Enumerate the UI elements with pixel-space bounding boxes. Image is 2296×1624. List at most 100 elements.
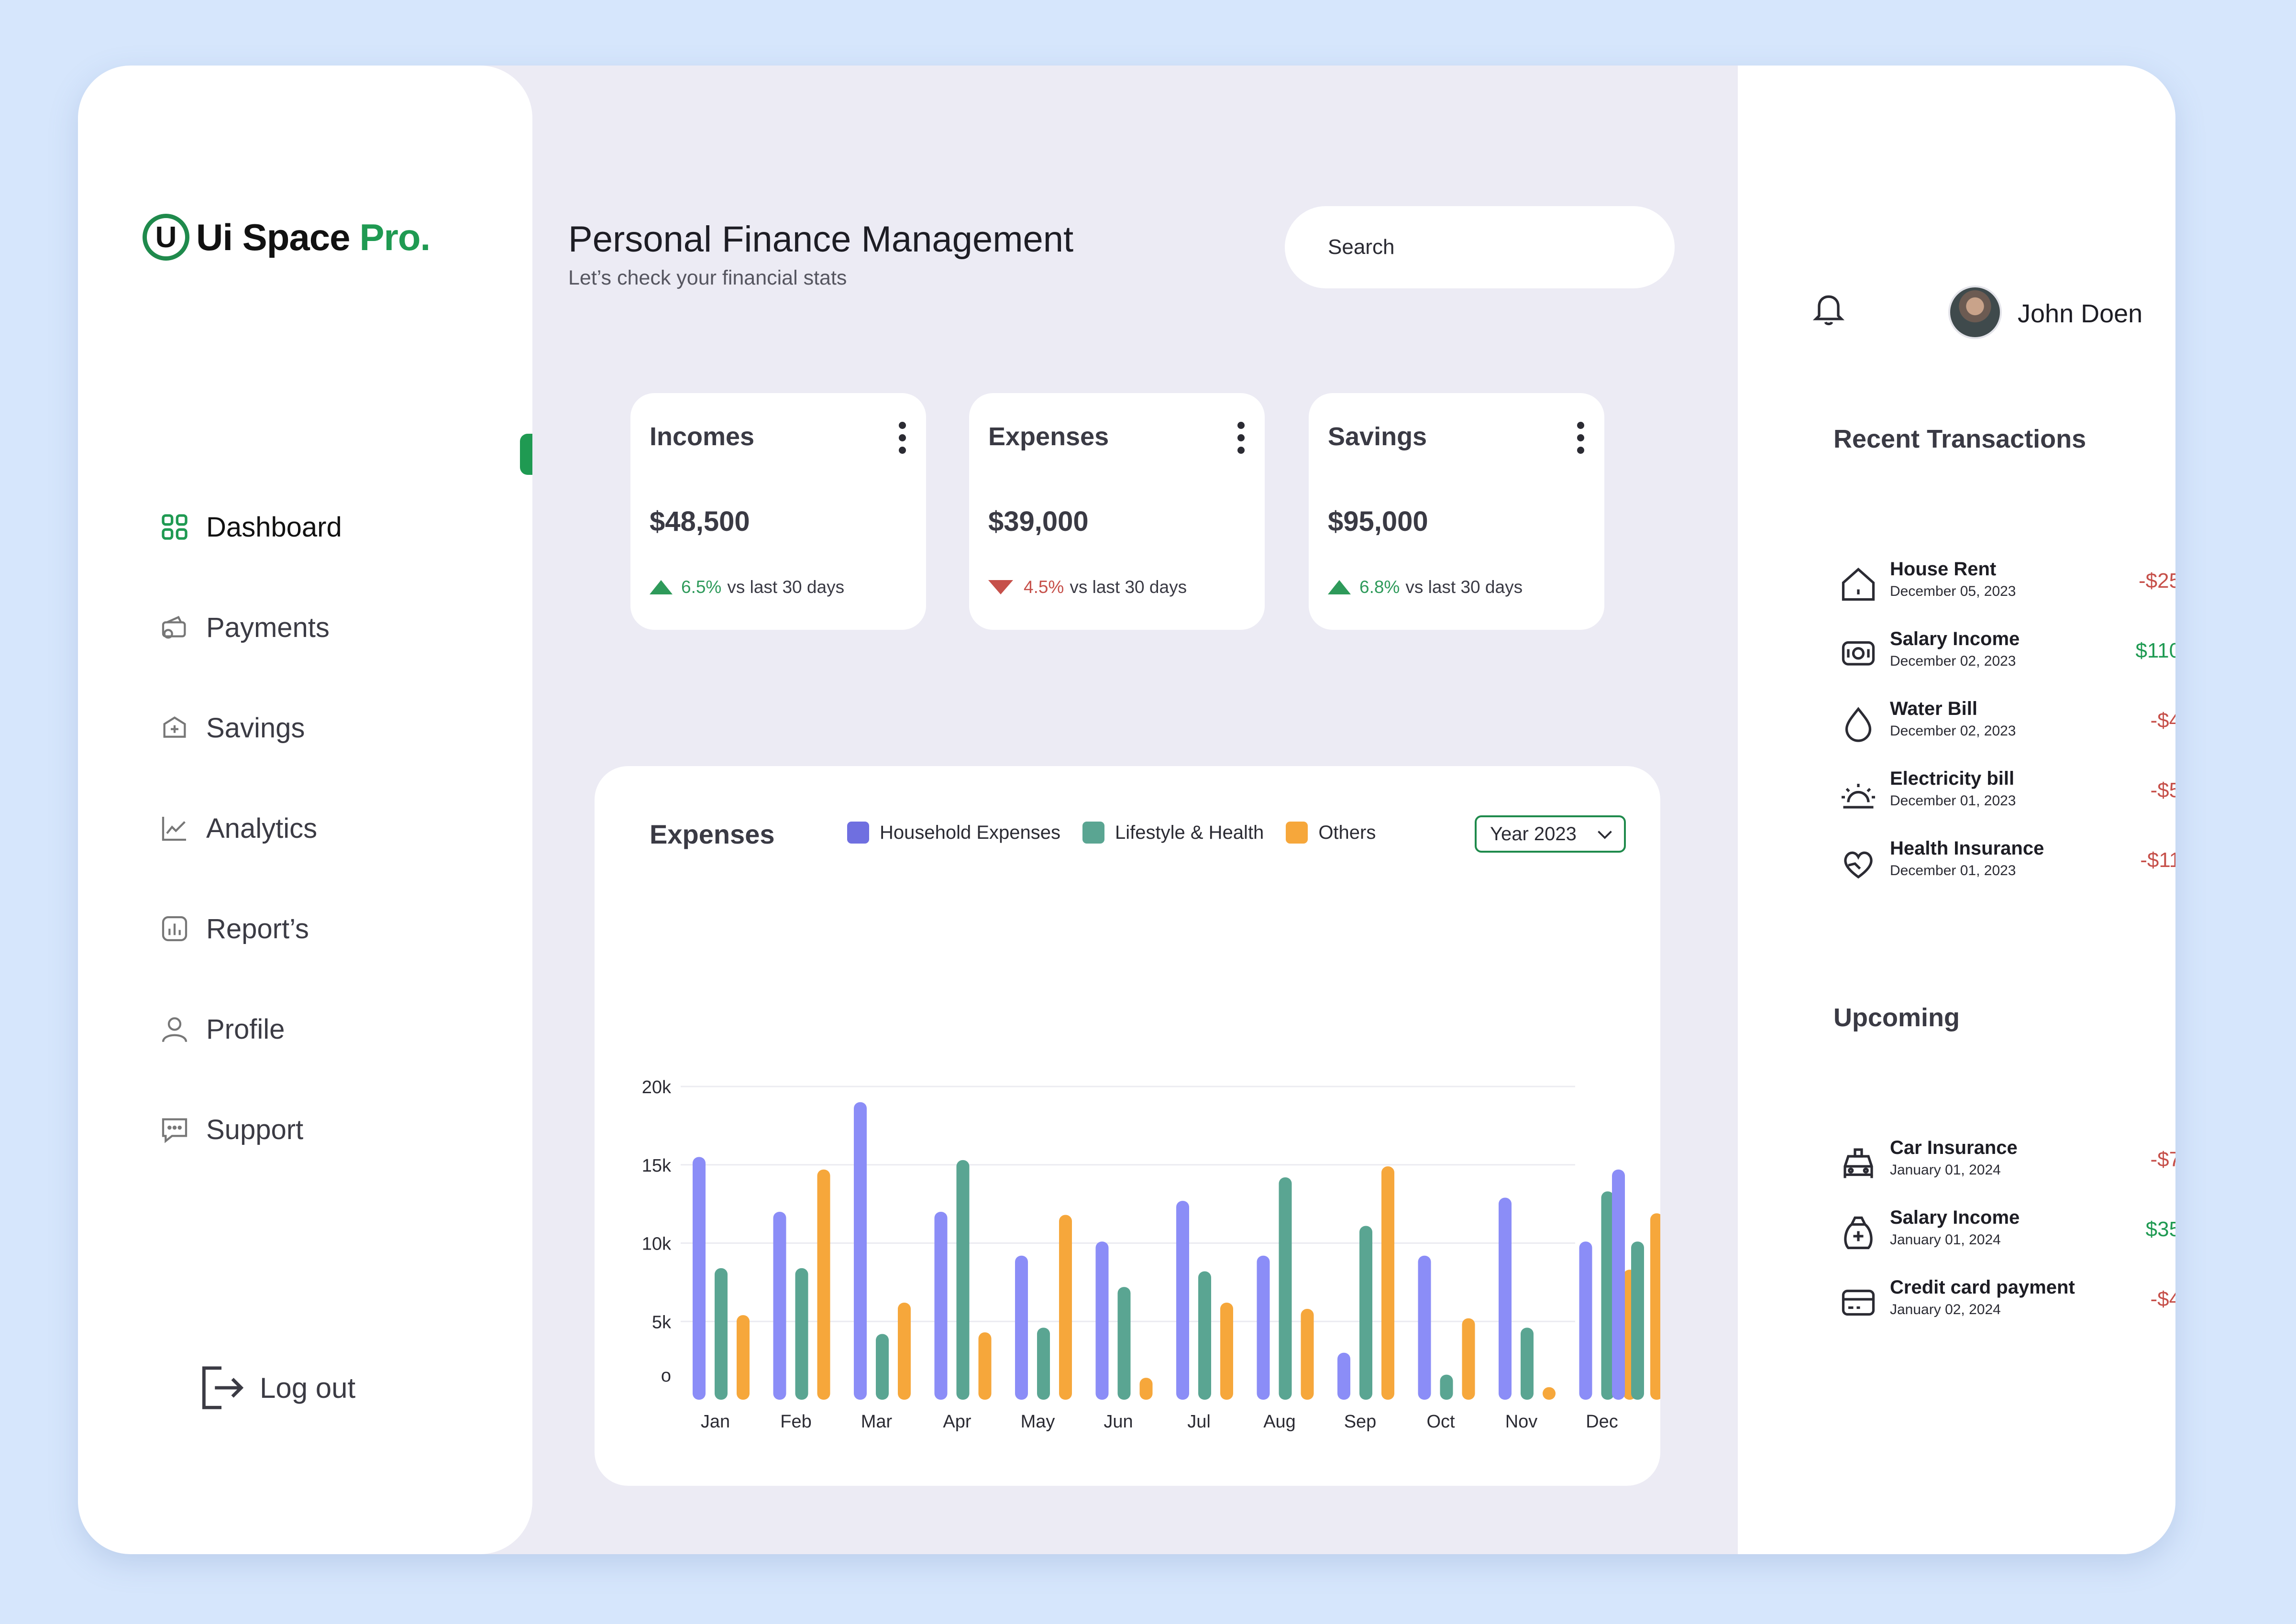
transaction-row[interactable]: Electricity bill December 01, 2023 -$550: [1833, 765, 2175, 823]
legend-swatch: [1082, 822, 1105, 844]
sidebar-item-analytics[interactable]: Analytics: [159, 778, 494, 878]
sidebar-item-payments[interactable]: Payments: [159, 577, 494, 678]
y-tick-label: 5k: [652, 1312, 672, 1332]
bar-oct-2: [1462, 1318, 1475, 1400]
trend-percent: 6.8%: [1359, 577, 1400, 597]
x-tick-label: Oct: [1426, 1412, 1455, 1432]
legend-household[interactable]: Household Expenses: [847, 822, 1060, 844]
year-select[interactable]: Year 2023: [1475, 815, 1626, 853]
x-tick-label: Nov: [1505, 1412, 1538, 1432]
avatar[interactable]: [1948, 285, 2002, 339]
transaction-row[interactable]: Health Insurance December 01, 2023 -$110…: [1833, 835, 2175, 892]
transaction-date: December 02, 2023: [1890, 653, 2016, 669]
bar-sep-1: [1359, 1226, 1372, 1400]
trend-suffix: vs last 30 days: [727, 577, 845, 597]
legend-lifestyle[interactable]: Lifestyle & Health: [1082, 822, 1264, 844]
sidebar: U Ui Space Pro. Dashboard Payments Saving…: [78, 66, 532, 1554]
bar-jan-2: [737, 1315, 750, 1400]
logout-label: Log out: [260, 1372, 356, 1404]
search-input[interactable]: [1285, 206, 1675, 288]
car-icon: [1843, 1148, 1873, 1178]
sidebar-item-label: Support: [206, 1114, 304, 1145]
brand-pro: Pro.: [359, 216, 430, 258]
logout-button[interactable]: Log out: [195, 1361, 355, 1414]
legend-swatch: [1286, 822, 1308, 844]
bar-mar-2: [898, 1302, 911, 1400]
x-tick-label: Feb: [780, 1412, 811, 1432]
bar-dec-0: [1579, 1241, 1592, 1400]
credit-card-icon: [1842, 1289, 1875, 1316]
user-name[interactable]: John Doen: [2018, 299, 2142, 329]
card-trend: 6.5% vs last 30 days: [650, 577, 844, 597]
card-menu-icon[interactable]: [1236, 422, 1246, 459]
transaction-amount: -$700: [2150, 1148, 2175, 1171]
notification-bell-icon[interactable]: [1810, 290, 1848, 329]
card-title: Incomes: [650, 422, 755, 451]
bar-extra-2: [1650, 1213, 1660, 1400]
sun-icon: [1842, 784, 1875, 809]
logo-mark: U: [143, 214, 189, 261]
card-menu-icon[interactable]: [1576, 422, 1585, 459]
card-value: $95,000: [1328, 506, 1428, 537]
sidebar-item-profile[interactable]: Profile: [159, 979, 494, 1079]
bar-may-1: [1037, 1328, 1050, 1400]
page-subtitle: Let’s check your financial stats: [568, 266, 847, 289]
card-title: Expenses: [988, 422, 1109, 451]
sidebar-item-support[interactable]: Support: [159, 1079, 494, 1180]
transaction-date: January 01, 2024: [1890, 1162, 2001, 1178]
upcoming-row[interactable]: Credit card payment January 02, 2024 -$4…: [1833, 1274, 2175, 1331]
x-tick-label: May: [1021, 1412, 1055, 1432]
logo-text: Ui Space Pro.: [196, 216, 430, 259]
sidebar-item-label: Payments: [206, 612, 330, 643]
logo[interactable]: U Ui Space Pro.: [143, 214, 430, 261]
upcoming-row[interactable]: Salary Income January 01, 2024 $3500: [1833, 1204, 2175, 1262]
legend-others[interactable]: Others: [1286, 822, 1376, 844]
bar-jan-0: [693, 1157, 706, 1400]
sidebar-item-label: Savings: [206, 712, 305, 744]
water-drop-icon: [1845, 707, 1872, 742]
bar-jun-0: [1095, 1241, 1109, 1400]
bar-jul-1: [1198, 1271, 1211, 1400]
transaction-amount: -$400: [2150, 1287, 2175, 1311]
transaction-date: December 01, 2023: [1890, 863, 2016, 878]
upcoming-row[interactable]: Car Insurance January 01, 2024 -$700: [1833, 1134, 2175, 1192]
x-tick-label: Sep: [1344, 1412, 1377, 1432]
report-icon: [162, 916, 188, 942]
bar-mar-0: [854, 1102, 867, 1400]
sidebar-item-label: Analytics: [206, 812, 318, 844]
sidebar-item-dashboard[interactable]: Dashboard: [159, 477, 494, 577]
bar-may-2: [1059, 1215, 1072, 1400]
transaction-amount: -$400: [2150, 709, 2175, 732]
x-tick-label: Mar: [861, 1412, 893, 1432]
transaction-amount: $3500: [2145, 1218, 2175, 1241]
card-menu-icon[interactable]: [897, 422, 907, 459]
sidebar-item-savings[interactable]: Savings: [159, 678, 494, 778]
income-card: Incomes $48,500 6.5% vs last 30 days: [630, 393, 926, 630]
transaction-date: December 02, 2023: [1890, 723, 2016, 739]
brand-name: Ui Space: [196, 216, 350, 258]
transaction-name: Car Insurance: [1890, 1137, 2018, 1158]
transaction-row[interactable]: House Rent December 05, 2023 -$2500: [1833, 556, 2175, 613]
logout-icon: [202, 1366, 244, 1409]
transaction-name: Electricity bill: [1890, 768, 2015, 789]
sidebar-item-reports[interactable]: Report’s: [159, 878, 494, 979]
upcoming-title: Upcoming: [1833, 1003, 1960, 1032]
bar-jul-0: [1176, 1201, 1189, 1400]
heart-hand-icon: [1844, 851, 1873, 879]
transaction-row[interactable]: Salary Income December 02, 2023 $11000: [1833, 625, 2175, 683]
bar-jan-1: [715, 1268, 728, 1400]
x-tick-label: Dec: [1586, 1412, 1618, 1432]
sidebar-item-label: Report’s: [206, 913, 309, 944]
bar-sep-2: [1381, 1166, 1394, 1400]
y-tick-label: o: [661, 1366, 671, 1386]
chart-legend: Household Expenses Lifestyle & Health Ot…: [847, 822, 1398, 844]
transaction-amount: -$550: [2150, 779, 2175, 802]
card-title: Savings: [1328, 422, 1427, 451]
bar-feb-1: [795, 1268, 808, 1400]
x-tick-label: Aug: [1263, 1412, 1296, 1432]
transaction-row[interactable]: Water Bill December 02, 2023 -$400: [1833, 695, 2175, 753]
bar-apr-2: [978, 1332, 992, 1400]
wallet-icon: [162, 615, 186, 639]
sidebar-nav: Dashboard Payments Savings Analytics Rep…: [159, 477, 494, 1180]
trend-percent: 4.5%: [1024, 577, 1064, 597]
